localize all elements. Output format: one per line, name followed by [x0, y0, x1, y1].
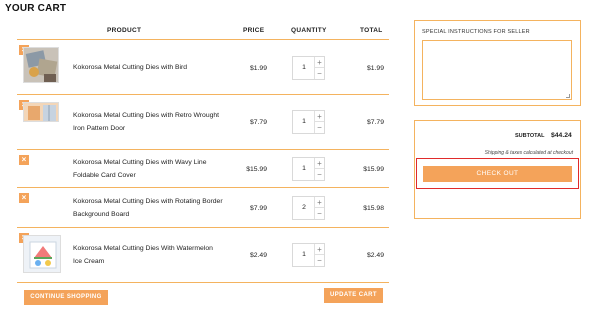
item-price: $15.99 — [246, 166, 267, 173]
line-total: $2.49 — [366, 252, 384, 259]
line-total: $7.79 — [366, 119, 384, 126]
line-total: $15.98 — [363, 205, 384, 212]
update-cart-button[interactable]: UPDATE CART — [324, 288, 383, 303]
quantity-plus-button[interactable]: + — [314, 111, 324, 122]
cart-table: PRODUCT PRICE QUANTITY TOTAL × Kokorosa … — [17, 22, 389, 283]
quantity-stepper[interactable]: 2 + − — [292, 196, 325, 220]
table-row: × Kokorosa Metal Cutting Dies with Wavy … — [17, 150, 389, 188]
table-row: × Kokorosa Metal Cutting Dies with Bird … — [17, 40, 389, 95]
line-total: $15.99 — [363, 166, 384, 173]
product-name[interactable]: Kokorosa Metal Cutting Dies With Waterme… — [73, 242, 223, 268]
shipping-note: Shipping & taxes calculated at checkout — [484, 150, 573, 156]
product-name[interactable]: Kokorosa Metal Cutting Dies with Wavy Li… — [73, 156, 223, 182]
quantity-plus-button[interactable]: + — [314, 244, 324, 255]
quantity-value[interactable]: 1 — [293, 57, 315, 79]
header-total: TOTAL — [360, 27, 383, 34]
quantity-plus-button[interactable]: + — [314, 158, 324, 169]
watermelon-dies-image — [24, 236, 60, 272]
item-price: $1.99 — [249, 65, 267, 72]
product-name[interactable]: Kokorosa Metal Cutting Dies with Retro W… — [73, 109, 223, 135]
subtotal-label: SUBTOTAL — [515, 133, 545, 139]
quantity-stepper[interactable]: 1 + − — [292, 110, 325, 134]
quantity-minus-button[interactable]: − — [314, 68, 324, 79]
table-row: × Kokorosa Metal Cutting Dies with Rotat… — [17, 188, 389, 228]
quantity-plus-button[interactable]: + — [314, 197, 324, 208]
quantity-stepper[interactable]: 1 + − — [292, 243, 325, 267]
seller-instructions-label: SPECIAL INSTRUCTIONS FOR SELLER — [422, 29, 530, 35]
quantity-minus-button[interactable]: − — [314, 255, 324, 266]
seller-instructions-panel: SPECIAL INSTRUCTIONS FOR SELLER — [414, 20, 581, 106]
continue-shopping-button[interactable]: CONTINUE SHOPPING — [24, 290, 108, 305]
header-quantity: QUANTITY — [291, 27, 327, 34]
header-product: PRODUCT — [107, 27, 142, 34]
subtotal-value: $44.24 — [551, 132, 572, 139]
product-thumbnail[interactable] — [23, 47, 59, 83]
bird-dies-image — [24, 48, 58, 82]
quantity-minus-button[interactable]: − — [314, 208, 324, 219]
quantity-plus-button[interactable]: + — [314, 57, 324, 68]
line-total: $1.99 — [366, 65, 384, 72]
header-price: PRICE — [243, 27, 265, 34]
checkout-button[interactable]: CHECK OUT — [423, 166, 572, 182]
table-row: × Kokorosa Metal Cutting Dies with Retro… — [17, 95, 389, 150]
quantity-value[interactable]: 1 — [293, 111, 315, 133]
product-name[interactable]: Kokorosa Metal Cutting Dies with Bird — [73, 61, 223, 74]
item-price: $2.49 — [249, 252, 267, 259]
door-dies-image — [24, 103, 58, 121]
page-title: YOUR CART — [5, 3, 67, 14]
quantity-value[interactable]: 1 — [293, 158, 315, 180]
item-price: $7.79 — [249, 119, 267, 126]
resize-handle-icon[interactable] — [566, 94, 570, 98]
table-header: PRODUCT PRICE QUANTITY TOTAL — [17, 22, 389, 40]
quantity-value[interactable]: 1 — [293, 244, 315, 266]
seller-instructions-input[interactable] — [422, 40, 572, 100]
product-thumbnail[interactable] — [23, 235, 61, 273]
quantity-stepper[interactable]: 1 + − — [292, 157, 325, 181]
quantity-stepper[interactable]: 1 + − — [292, 56, 325, 80]
table-row: × Kokorosa Metal Cutting Dies With Water… — [17, 228, 389, 283]
product-name[interactable]: Kokorosa Metal Cutting Dies with Rotatin… — [73, 195, 223, 221]
item-price: $7.99 — [249, 205, 267, 212]
quantity-minus-button[interactable]: − — [314, 169, 324, 180]
remove-item-button[interactable]: × — [19, 193, 29, 203]
remove-item-button[interactable]: × — [19, 155, 29, 165]
quantity-value[interactable]: 2 — [293, 197, 315, 219]
quantity-minus-button[interactable]: − — [314, 122, 324, 133]
product-thumbnail[interactable] — [23, 102, 59, 122]
